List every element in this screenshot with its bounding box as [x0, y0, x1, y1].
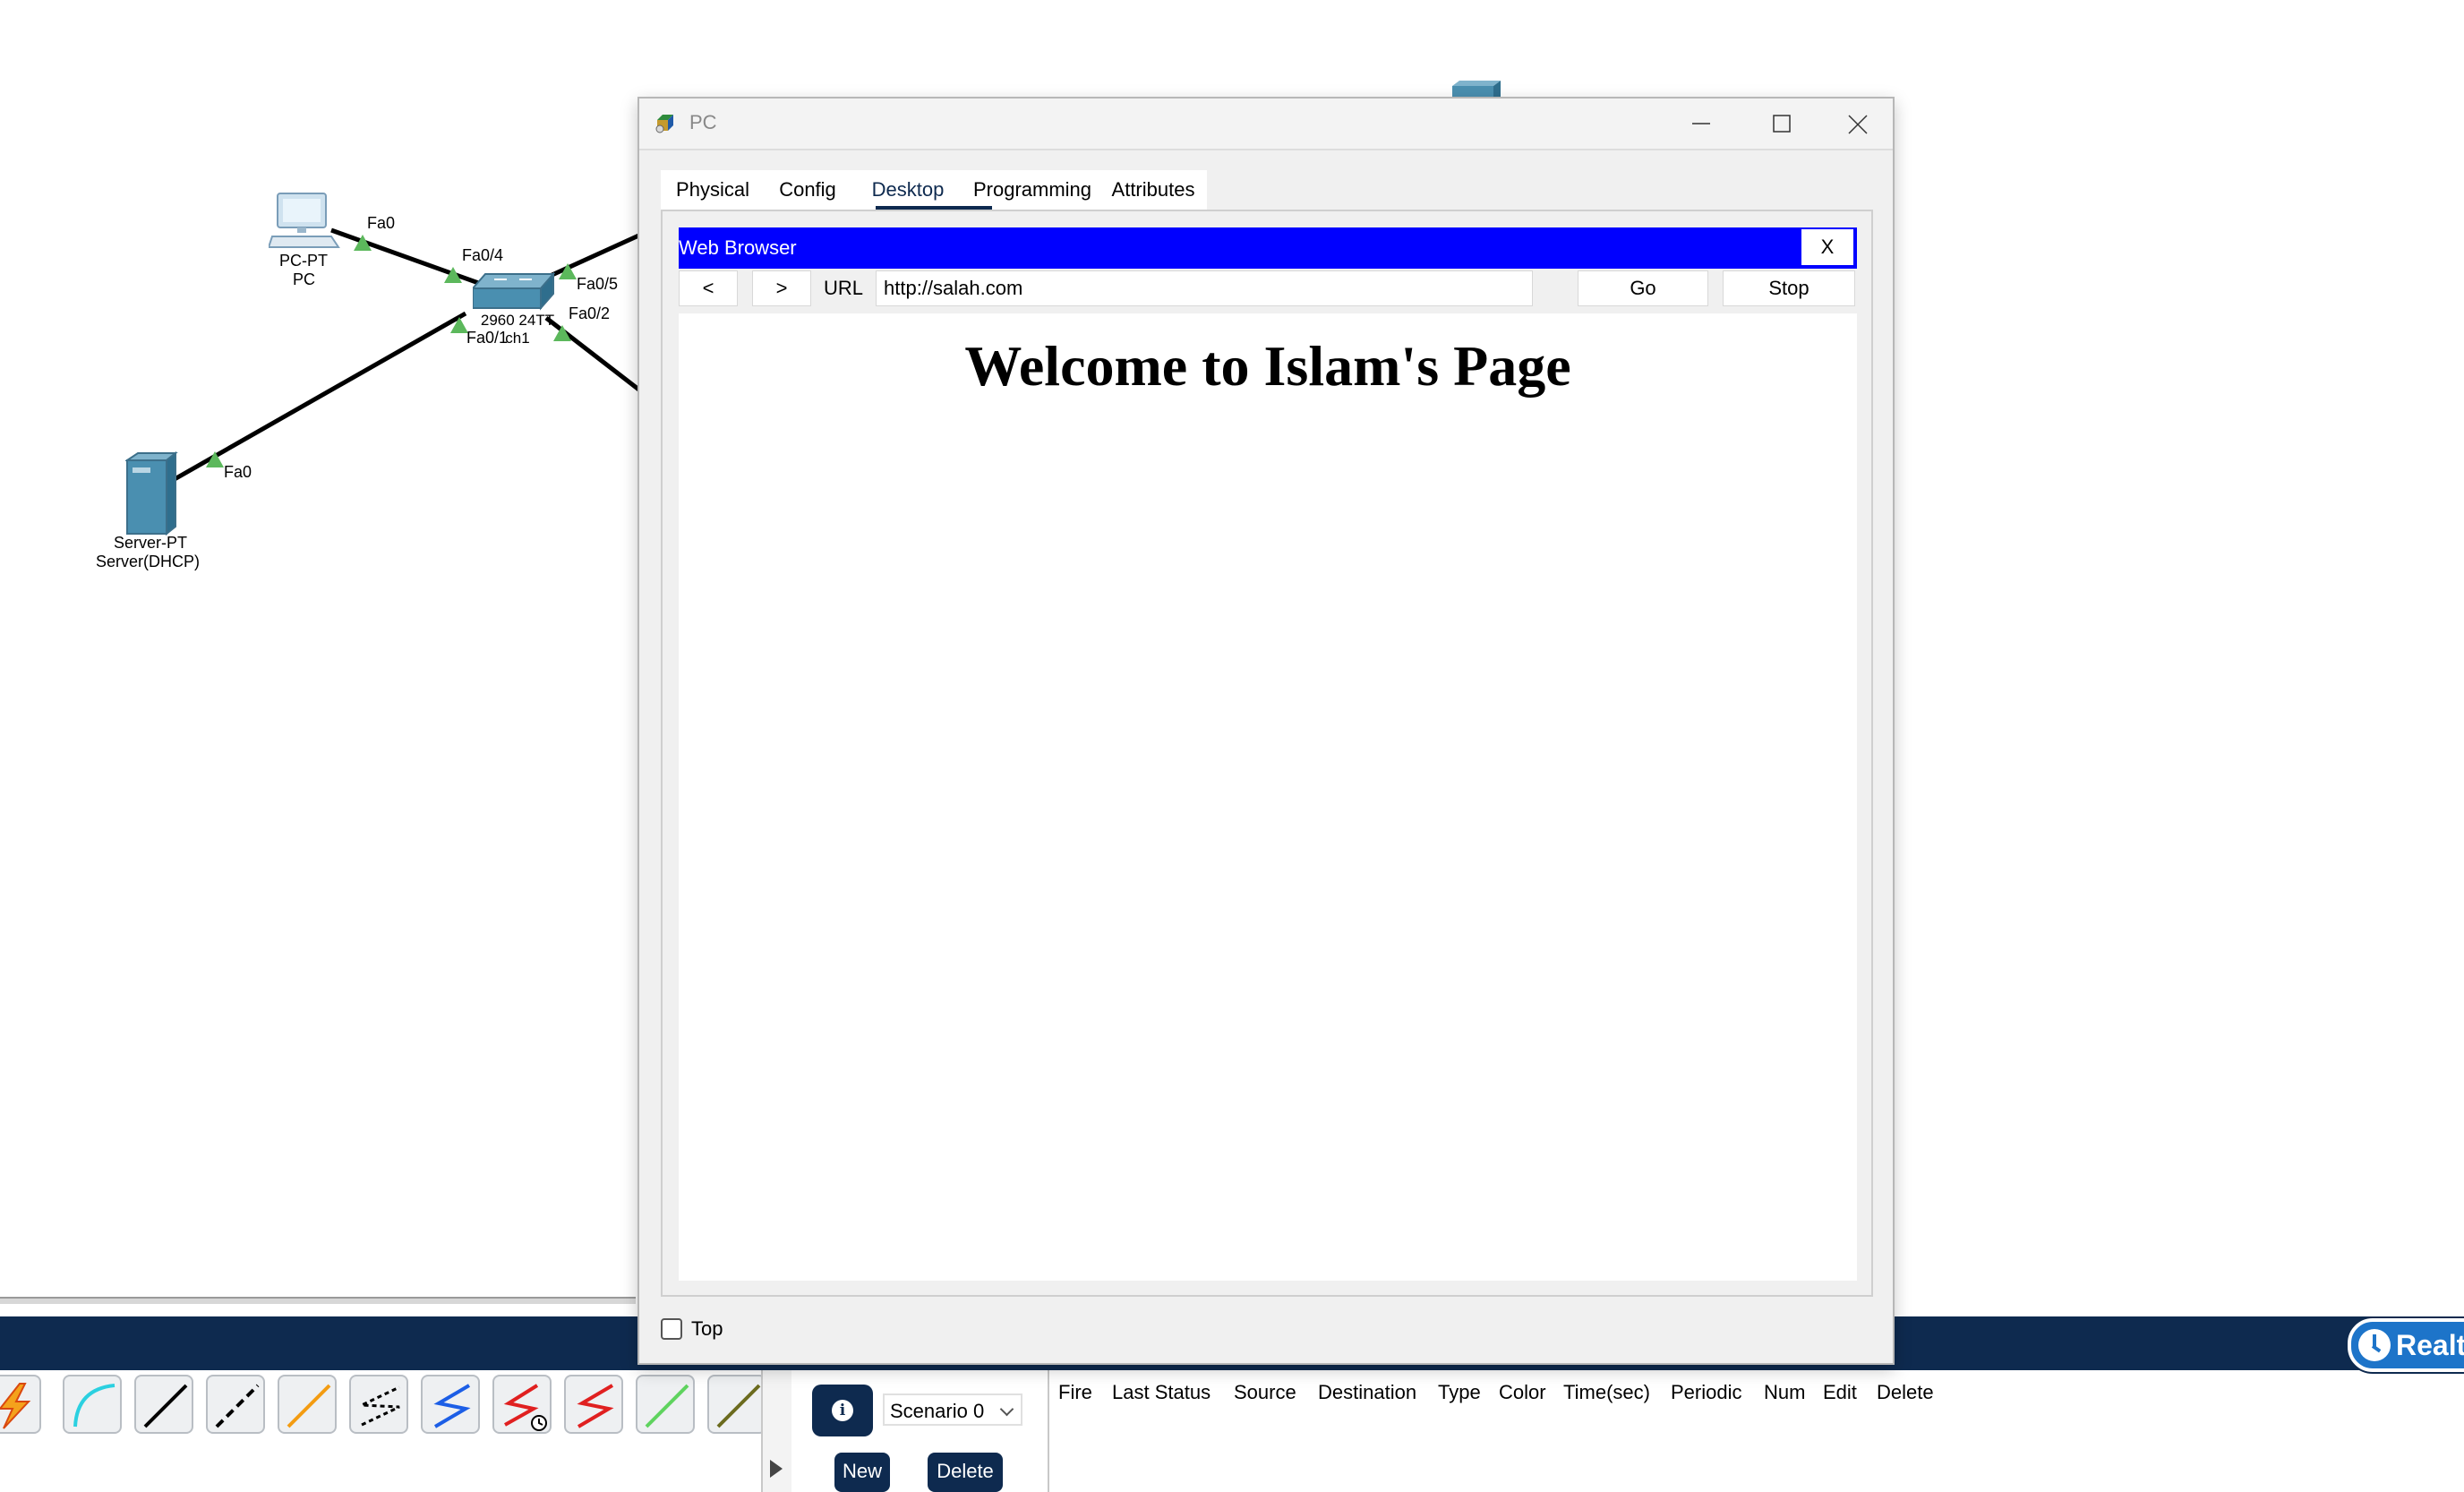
maximize-button[interactable]	[1741, 99, 1821, 149]
server-device-icon[interactable]	[125, 451, 179, 536]
pdu-col-num[interactable]: Num	[1764, 1381, 1805, 1404]
crossover-cable-icon	[215, 1384, 260, 1428]
pdu-col-source[interactable]: Source	[1234, 1381, 1296, 1404]
server-model-label: Server-PT	[114, 534, 188, 552]
url-label: URL	[823, 277, 863, 299]
browser-page-view[interactable]: Welcome to Islam's Page	[679, 313, 1857, 1281]
info-icon: i	[832, 1400, 853, 1421]
tab-attributes[interactable]: Attributes	[1099, 170, 1207, 210]
tab-config[interactable]: Config	[765, 170, 851, 210]
switch-device-icon[interactable]	[473, 272, 555, 312]
close-window-button[interactable]	[1821, 99, 1895, 149]
go-button[interactable]: Go	[1578, 270, 1708, 306]
link-server-switch	[173, 311, 467, 482]
console-cable-tool[interactable]	[63, 1375, 122, 1434]
serial-dce-icon	[503, 1384, 547, 1431]
top-checkbox[interactable]	[661, 1318, 682, 1340]
clock-icon	[2358, 1329, 2391, 1361]
web-browser-close-button[interactable]: X	[1800, 227, 1855, 267]
phone-cable-tool[interactable]	[349, 1375, 408, 1434]
tab-physical[interactable]: Physical	[661, 170, 765, 210]
port-label-pc-fa0: Fa0	[367, 214, 396, 232]
top-checkbox-label: Top	[691, 1317, 723, 1340]
octal-cable-icon	[645, 1384, 689, 1428]
coaxial-cable-icon	[433, 1384, 471, 1428]
scenario-select[interactable]: Scenario 0	[883, 1393, 1022, 1426]
fiber-cable-tool[interactable]	[278, 1375, 337, 1434]
realtime-mode-button[interactable]: Realti	[2348, 1318, 2464, 1372]
pc-device-icon[interactable]	[269, 192, 340, 251]
port-label-sw-fa04: Fa0/4	[462, 246, 504, 264]
port-label-sw-fa02: Fa0/2	[569, 304, 611, 322]
port-label-sw-fa01: Fa0/1	[466, 329, 509, 347]
url-input[interactable]: http://salah.com	[876, 270, 1533, 306]
minimize-icon	[1692, 123, 1710, 124]
pc-config-window: PC Physical Config Desktop Programming A…	[637, 97, 1895, 1365]
chevron-down-icon	[999, 1402, 1014, 1417]
octal-cable-tool[interactable]	[636, 1375, 695, 1434]
pdu-col-color[interactable]: Color	[1499, 1381, 1546, 1404]
pc-app-icon	[655, 115, 673, 133]
coaxial-cable-tool[interactable]	[421, 1375, 480, 1434]
copper-crossover-tool[interactable]	[206, 1375, 265, 1434]
console-cable-icon	[73, 1384, 116, 1428]
pdu-col-edit[interactable]: Edit	[1823, 1381, 1857, 1404]
scenario-select-value: Scenario 0	[890, 1400, 985, 1422]
serial-dce-tool[interactable]	[492, 1375, 552, 1434]
pdu-col-last-status[interactable]: Last Status	[1112, 1381, 1211, 1404]
back-button[interactable]: <	[679, 270, 738, 306]
pdu-col-periodic[interactable]: Periodic	[1671, 1381, 1741, 1404]
pdu-col-time[interactable]: Time(sec)	[1563, 1381, 1650, 1404]
port-label-server-fa0: Fa0	[224, 463, 252, 481]
scenario-info-button[interactable]: i	[812, 1385, 873, 1436]
tab-programming[interactable]: Programming	[965, 170, 1099, 210]
lightning-icon	[0, 1383, 31, 1429]
port-label-sw-fa05: Fa0/5	[577, 275, 619, 293]
minimize-button[interactable]	[1660, 99, 1741, 149]
automatic-connection-tool[interactable]	[0, 1375, 41, 1434]
pdu-col-delete[interactable]: Delete	[1877, 1381, 1934, 1404]
serial-dte-tool[interactable]	[564, 1375, 623, 1434]
tab-desktop[interactable]: Desktop	[851, 170, 965, 210]
canvas-divider[interactable]	[0, 1297, 636, 1304]
web-browser-title: Web Browser	[679, 236, 797, 259]
straight-cable-icon	[143, 1384, 188, 1428]
stop-button[interactable]: Stop	[1723, 270, 1855, 306]
copper-straight-tool[interactable]	[134, 1375, 193, 1434]
iot-custom-cable-tool[interactable]	[707, 1375, 766, 1434]
link-pc-switch	[330, 227, 484, 287]
page-heading: Welcome to Islam's Page	[964, 334, 1571, 398]
close-icon	[1848, 115, 1868, 134]
new-scenario-button[interactable]: New	[834, 1453, 890, 1492]
tools-scroll-toggle[interactable]	[761, 1370, 791, 1492]
serial-dte-icon	[577, 1384, 614, 1428]
phone-cable-icon	[361, 1385, 400, 1427]
pc-name-label: PC	[293, 270, 316, 288]
pdu-col-fire[interactable]: Fire	[1058, 1381, 1092, 1404]
web-browser-titlebar: Web Browser	[679, 227, 1857, 269]
server-name-label: Server(DHCP)	[96, 553, 201, 570]
pc-model-label: PC-PT	[279, 252, 328, 270]
iot-cable-icon	[716, 1384, 761, 1428]
delete-scenario-button[interactable]: Delete	[928, 1453, 1003, 1492]
maximize-icon	[1773, 115, 1791, 133]
fiber-cable-icon	[287, 1384, 331, 1428]
window-titlebar[interactable]: PC	[639, 99, 1893, 150]
forward-button[interactable]: >	[752, 270, 811, 306]
pdu-col-type[interactable]: Type	[1438, 1381, 1481, 1404]
pdu-col-destination[interactable]: Destination	[1318, 1381, 1416, 1404]
partial-device-icon[interactable]	[1450, 81, 1501, 99]
pdu-list-header: Fire Last Status Source Destination Type…	[1049, 1370, 2464, 1415]
realtime-mode-label: Realti	[2396, 1329, 2464, 1361]
window-title: PC	[689, 111, 717, 133]
link-switch-out-1	[544, 230, 646, 280]
play-arrow-icon	[770, 1460, 783, 1478]
